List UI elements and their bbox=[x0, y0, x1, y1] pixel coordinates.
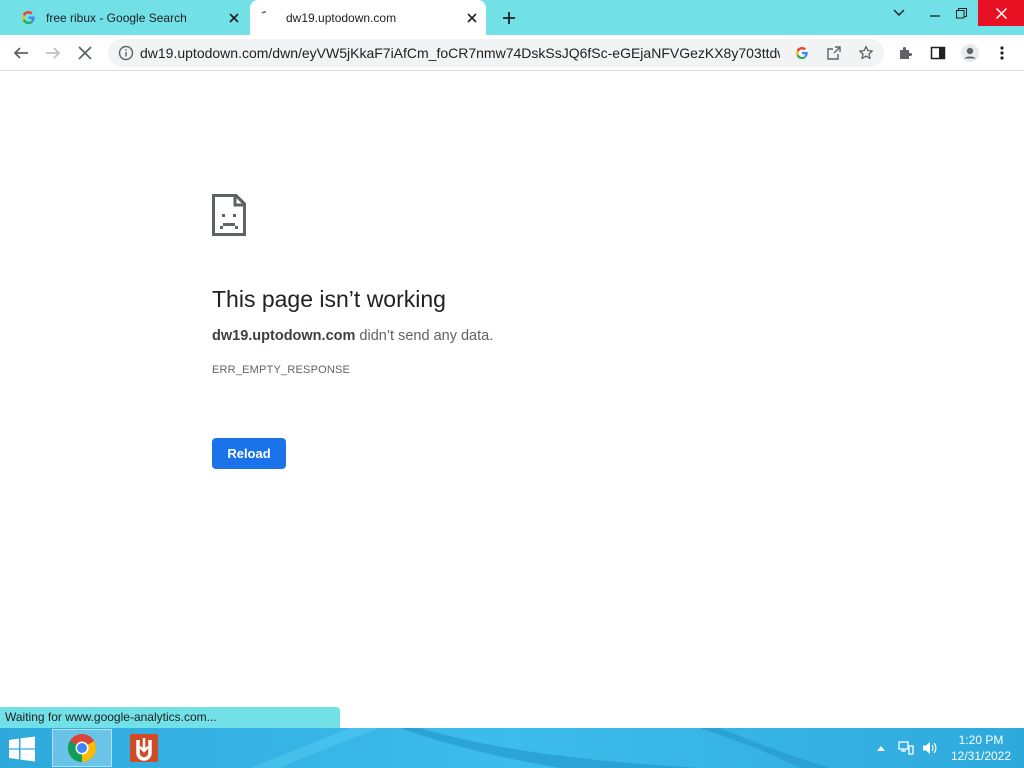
taskbar: 1:20 PM 12/31/2022 bbox=[0, 728, 1024, 768]
bookmark-star-icon[interactable] bbox=[852, 39, 880, 67]
restore-button[interactable] bbox=[944, 0, 978, 26]
error-code: ERR_EMPTY_RESPONSE bbox=[212, 364, 351, 376]
tab-uptodown[interactable]: dw19.uptodown.com bbox=[250, 0, 486, 35]
tab-title: free ribux - Google Search bbox=[46, 10, 187, 25]
extensions-puzzle-icon[interactable] bbox=[892, 39, 920, 67]
side-panel-icon[interactable] bbox=[924, 39, 952, 67]
google-lens-icon[interactable] bbox=[788, 39, 816, 67]
uptodown-app-icon bbox=[130, 734, 158, 762]
tab-title: dw19.uptodown.com bbox=[286, 10, 397, 25]
tab-search-chevron-icon[interactable] bbox=[882, 0, 916, 26]
close-tab-icon[interactable] bbox=[462, 8, 482, 28]
clock-time: 1:20 PM bbox=[958, 733, 1004, 747]
google-g-icon bbox=[20, 10, 36, 26]
site-info-icon[interactable] bbox=[112, 45, 140, 61]
show-hidden-icons-icon[interactable] bbox=[874, 728, 888, 768]
browser-toolbar: dw19.uptodown.com/dwn/eyVW5jKkaF7iAfCm_f… bbox=[0, 35, 1024, 71]
chrome-icon bbox=[68, 734, 96, 762]
network-icon[interactable] bbox=[896, 728, 916, 768]
uptodown-taskbar-button[interactable] bbox=[114, 729, 174, 767]
stop-loading-button[interactable] bbox=[71, 39, 99, 67]
tab-google-search[interactable]: free ribux - Google Search bbox=[12, 0, 248, 35]
clock-date: 12/31/2022 bbox=[950, 749, 1012, 763]
forward-button[interactable] bbox=[39, 39, 67, 67]
loading-icon bbox=[260, 10, 276, 26]
status-bubble: Waiting for www.google-analytics.com... bbox=[0, 707, 340, 728]
profile-avatar-icon[interactable] bbox=[956, 39, 984, 67]
error-host: dw19.uptodown.com bbox=[212, 328, 356, 344]
error-message: didn’t send any data. bbox=[355, 328, 494, 344]
error-summary: dw19.uptodown.com didn’t send any data. bbox=[212, 328, 812, 344]
share-icon[interactable] bbox=[820, 39, 848, 67]
close-tab-icon[interactable] bbox=[224, 8, 244, 28]
taskbar-clock[interactable]: 1:20 PM 12/31/2022 bbox=[942, 732, 1020, 764]
more-menu-icon[interactable] bbox=[988, 39, 1016, 67]
error-page: This page isn’t working dw19.uptodown.co… bbox=[212, 194, 812, 469]
title-bar: free ribux - Google Search dw19.uptodown… bbox=[0, 0, 1024, 35]
reload-button[interactable]: Reload bbox=[212, 438, 286, 469]
chrome-taskbar-button[interactable] bbox=[52, 729, 112, 767]
url-text: dw19.uptodown.com/dwn/eyVW5jKkaF7iAfCm_f… bbox=[140, 45, 780, 61]
volume-icon[interactable] bbox=[920, 728, 940, 768]
error-title: This page isn’t working bbox=[212, 286, 446, 312]
back-button[interactable] bbox=[7, 39, 35, 67]
new-tab-button[interactable] bbox=[496, 6, 522, 30]
close-window-button[interactable] bbox=[978, 0, 1024, 26]
address-bar[interactable]: dw19.uptodown.com/dwn/eyVW5jKkaF7iAfCm_f… bbox=[108, 39, 884, 67]
windows-start-icon[interactable] bbox=[8, 736, 38, 762]
sad-page-icon bbox=[212, 194, 246, 236]
